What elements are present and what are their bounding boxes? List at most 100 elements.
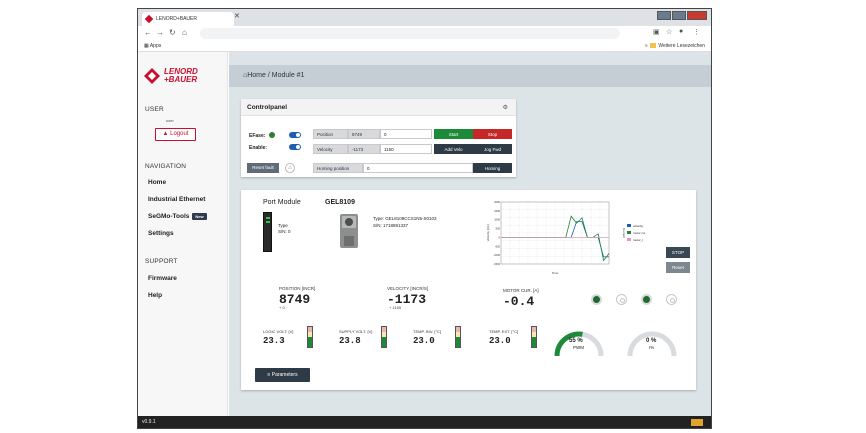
logo-text: LENORD +BAUER xyxy=(164,68,198,84)
motor-current-value: -0.4 xyxy=(503,294,535,309)
level-segment xyxy=(532,337,536,347)
position-input[interactable]: 0 xyxy=(380,129,432,139)
legend-swatch xyxy=(627,231,631,234)
favicon-icon xyxy=(144,14,154,24)
folder-icon xyxy=(650,43,657,49)
logic-volt-value: 23.3 xyxy=(263,336,285,346)
efase-label: EFase: xyxy=(249,133,266,139)
menu-icon[interactable]: ⋮ xyxy=(693,28,700,36)
efase-toggle[interactable] xyxy=(289,132,301,138)
warning-icon: ⚠ xyxy=(285,163,295,173)
user-name: user xyxy=(166,118,174,123)
chart-stop-button[interactable]: STOP xyxy=(666,247,690,258)
lock-icon: ▲ xyxy=(162,131,169,137)
add-velocity-button[interactable]: Add Velo xyxy=(434,144,473,154)
x-axis-label: Time xyxy=(552,271,559,275)
breadcrumb-home[interactable]: Home xyxy=(247,72,266,79)
velocity-value: -1173 xyxy=(348,144,380,154)
nav-item-industrial-ethernet[interactable]: Industrial Ethernet xyxy=(148,196,205,203)
start-button[interactable]: Start xyxy=(434,129,473,139)
y-axis-label: Velocity [n/s] xyxy=(486,224,490,241)
status-bar: v0.9.1 xyxy=(138,416,711,428)
back-icon[interactable]: ← xyxy=(144,28,152,37)
stop-button[interactable]: Stop xyxy=(473,129,512,139)
tab-close-icon[interactable]: ✕ xyxy=(234,12,240,20)
parameters-button[interactable]: ≡ Parameters xyxy=(255,368,310,382)
logout-button[interactable]: ▲ Logout xyxy=(155,128,196,141)
close-window-button[interactable] xyxy=(687,11,707,20)
status-indicator-1 xyxy=(591,294,602,305)
nav-item-segmo-tools[interactable]: SeGMo-Tools New xyxy=(148,213,207,220)
status-indicator-4 xyxy=(666,294,677,305)
nav-item-help[interactable]: Help xyxy=(148,292,162,299)
logo-line2: +BAUER xyxy=(164,75,198,84)
temp-ext-label: TEMP. EXT. [°C] xyxy=(489,329,519,334)
translate-icon[interactable]: ▣ xyxy=(653,28,660,36)
breadcrumb: ⌂Home / Module #1 xyxy=(229,65,711,87)
legend-swatch xyxy=(627,224,631,227)
homing-input[interactable]: 0 xyxy=(363,163,473,173)
y-tick-label: 2000 xyxy=(494,200,500,204)
list-icon: ≡ xyxy=(267,372,271,378)
legend-label: velocity xyxy=(633,224,644,228)
window-controls xyxy=(657,11,707,20)
device-led xyxy=(266,217,270,219)
velocity-measure-label: VELOCITY [INCR/S] xyxy=(387,286,429,291)
sensor-image xyxy=(340,214,358,248)
controlpanel-header: Controlpanel ⚙ xyxy=(241,99,516,116)
device-led xyxy=(266,221,270,223)
company-logo: LENORD +BAUER xyxy=(144,66,224,90)
chart-reset-button[interactable]: Reset xyxy=(666,262,690,273)
reset-fault-button[interactable]: Reset fault xyxy=(247,163,279,173)
jog-button[interactable]: Jog Fwd xyxy=(473,144,512,154)
nav-item-firmware[interactable]: Firmware xyxy=(148,275,177,282)
browser-tab[interactable]: LENORD+BAUER xyxy=(142,12,234,26)
minimize-button[interactable] xyxy=(657,11,671,20)
reload-icon[interactable]: ↻ xyxy=(169,28,176,37)
velocity-input[interactable]: 1150 xyxy=(380,144,432,154)
supply-volt-label: SUPPLY VOLT. [V] xyxy=(339,329,373,334)
y-tick-label: -500 xyxy=(495,244,501,248)
module-card: Port Module GEL8109 Type S/N: 0 Type: GE… xyxy=(241,190,696,390)
breadcrumb-text: ⌂Home / Module #1 xyxy=(243,72,304,79)
device-type-label: Type xyxy=(278,223,288,228)
motor-current-label: MOTOR CUR. [A] xyxy=(503,288,539,293)
address-bar[interactable] xyxy=(200,28,620,39)
sidebar: LENORD +BAUER USER user ▲ Logout NAVIGAT… xyxy=(138,52,228,416)
parameters-label: Parameters xyxy=(271,372,298,378)
nav-item-settings[interactable]: Settings xyxy=(148,230,174,237)
efase-indicator xyxy=(269,132,275,138)
maximize-button[interactable] xyxy=(672,11,686,20)
position-measure-sub: + 0 xyxy=(279,305,285,310)
nav-item-home[interactable]: Home xyxy=(148,179,166,186)
home-icon[interactable]: ⌂ xyxy=(182,28,187,37)
settings-icon[interactable]: ⚙ xyxy=(503,104,508,111)
port-module-device xyxy=(263,212,272,252)
sensor-sn: S/N: 1718891337 xyxy=(373,223,409,228)
logo-mark-icon xyxy=(144,68,160,84)
enable-toggle[interactable] xyxy=(289,144,301,150)
tab-title: LENORD+BAUER xyxy=(156,16,197,22)
legend-label: motor_I xyxy=(633,238,643,242)
sensor-type: Type: GEL8109CCS1N5-S0103 xyxy=(373,216,437,221)
homing-button[interactable]: Homing xyxy=(473,163,512,173)
y-tick-label: -1500 xyxy=(493,262,500,266)
position-value: 8749 xyxy=(348,129,380,139)
temp-ext-value: 23.0 xyxy=(489,336,511,346)
other-bookmarks[interactable]: » Weitere Lesezeichen xyxy=(645,43,705,49)
logic-volt-label: LOGIC VOLT. [V] xyxy=(263,329,294,334)
user-section-title: USER xyxy=(145,106,164,113)
navigation-section-title: NAVIGATION xyxy=(145,163,187,170)
pwm-gauge-label: PWM xyxy=(573,345,584,350)
forward-icon[interactable]: → xyxy=(156,28,164,37)
temp-inv-bar xyxy=(455,326,461,348)
device-name: GEL8109 xyxy=(325,199,355,206)
new-badge: New xyxy=(192,213,207,220)
status-indicator-3 xyxy=(641,294,652,305)
y-tick-label: 1000 xyxy=(494,218,500,222)
profile-icon[interactable]: ● xyxy=(679,28,683,35)
star-icon[interactable]: ☆ xyxy=(666,28,672,36)
live-chart: 2000 1500 1000 500 0 -500 -1000 -1500 Velocity [… xyxy=(486,200,645,275)
current-gauge-value: 0 % xyxy=(646,338,657,344)
apps-shortcut[interactable]: ▦ Apps xyxy=(144,43,161,49)
